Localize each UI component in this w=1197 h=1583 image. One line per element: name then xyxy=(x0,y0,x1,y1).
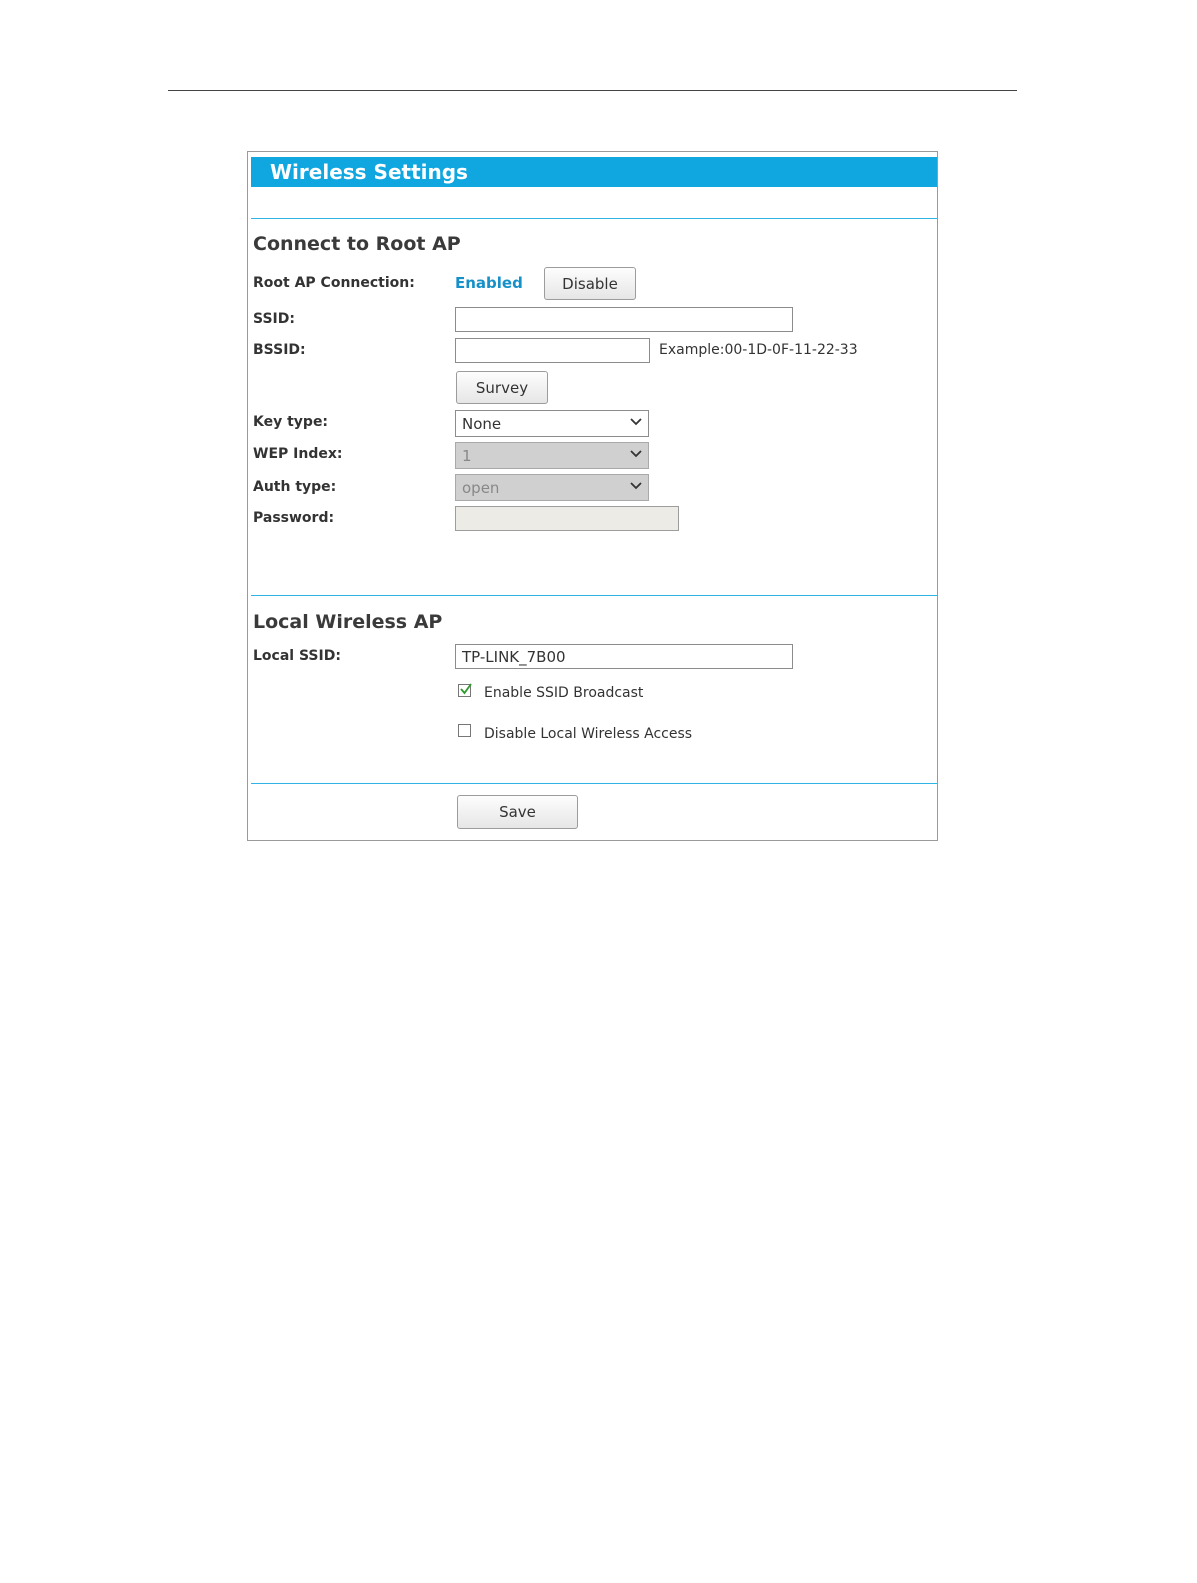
panel-title: Wireless Settings xyxy=(270,160,468,184)
checkmark-icon xyxy=(460,683,472,695)
password-label: Password: xyxy=(253,510,335,526)
enable-ssid-broadcast-checkbox[interactable] xyxy=(458,683,472,697)
root-ap-connection-label: Root AP Connection: xyxy=(253,275,415,291)
local-ap-section-title: Local Wireless AP xyxy=(253,611,443,633)
wep-index-select[interactable]: 1 xyxy=(455,442,649,469)
survey-button[interactable]: Survey xyxy=(456,371,548,404)
key-type-label: Key type: xyxy=(253,414,329,430)
enable-ssid-broadcast-label: Enable SSID Broadcast xyxy=(484,685,644,701)
chevron-down-icon xyxy=(630,482,642,490)
page-top-rule xyxy=(168,90,1017,91)
local-ssid-label: Local SSID: xyxy=(253,648,341,664)
key-type-select[interactable]: None xyxy=(455,410,649,437)
bssid-example-hint: Example:00-1D-0F-11-22-33 xyxy=(659,342,858,358)
auth-type-select[interactable]: open xyxy=(455,474,649,501)
panel-header: Wireless Settings xyxy=(251,157,937,187)
chevron-down-icon xyxy=(630,418,642,426)
ssid-input[interactable] xyxy=(455,307,793,332)
wireless-settings-panel: Wireless Settings Connect to Root AP Roo… xyxy=(247,151,938,841)
root-ap-connection-status: Enabled xyxy=(455,274,523,292)
ssid-label: SSID: xyxy=(253,311,295,327)
key-type-value: None xyxy=(462,415,502,433)
local-ssid-input[interactable]: TP-LINK_7B00 xyxy=(455,644,793,669)
disable-local-wireless-checkbox[interactable] xyxy=(458,724,471,737)
wep-index-value: 1 xyxy=(462,447,472,465)
wep-index-label: WEP Index: xyxy=(253,446,343,462)
disable-local-wireless-label: Disable Local Wireless Access xyxy=(484,726,693,742)
chevron-down-icon xyxy=(630,450,642,458)
disable-button[interactable]: Disable xyxy=(544,267,636,300)
section-divider xyxy=(251,783,937,784)
section-divider xyxy=(251,595,937,596)
password-input[interactable] xyxy=(455,506,679,531)
bssid-label: BSSID: xyxy=(253,342,306,358)
section-divider xyxy=(251,218,937,219)
root-ap-section-title: Connect to Root AP xyxy=(253,233,461,255)
auth-type-label: Auth type: xyxy=(253,479,337,495)
bssid-input[interactable] xyxy=(455,338,650,363)
auth-type-value: open xyxy=(462,479,500,497)
save-button[interactable]: Save xyxy=(457,795,578,829)
